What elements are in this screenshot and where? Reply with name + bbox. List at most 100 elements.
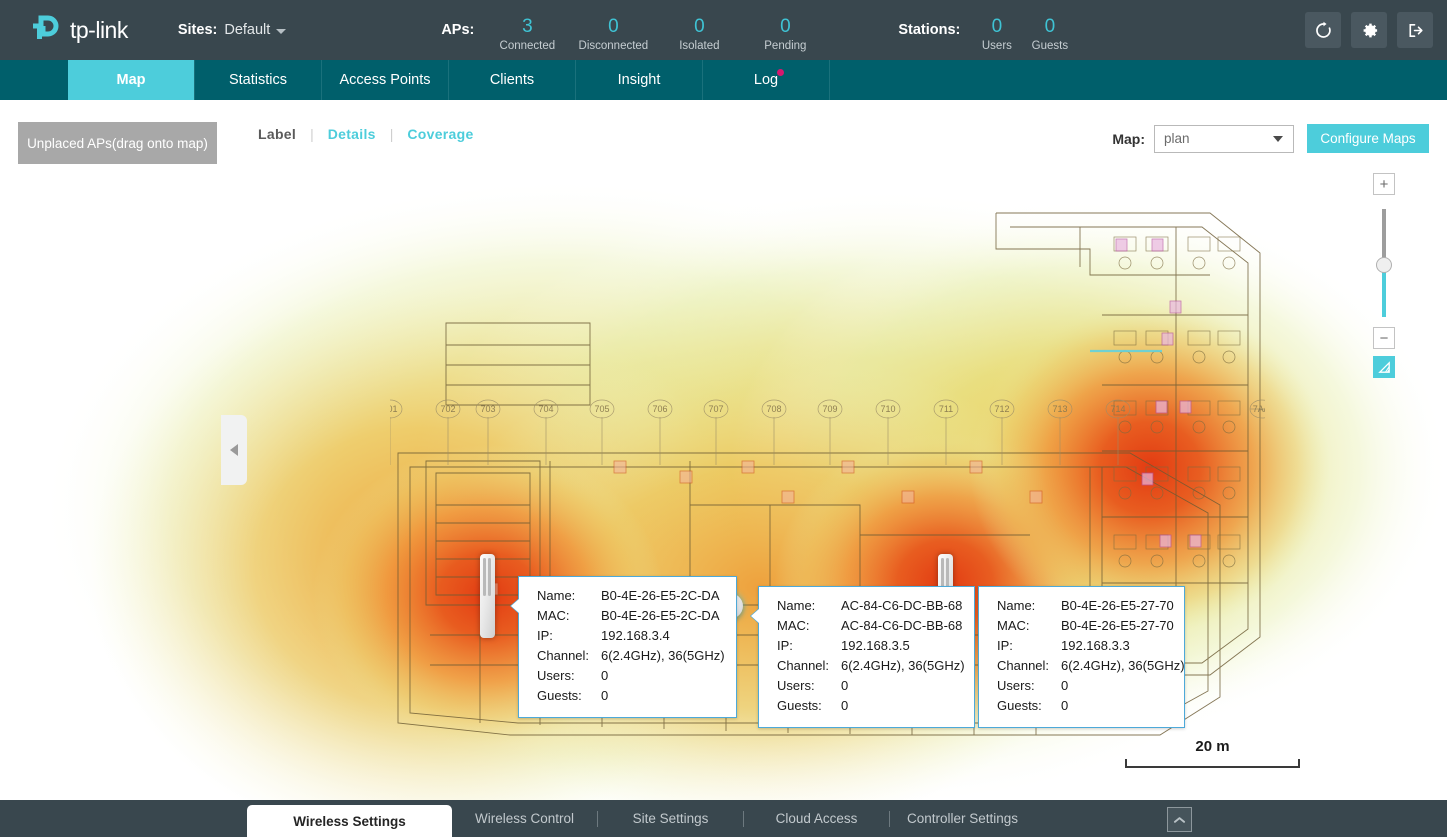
map-zoom-controls: + −	[1373, 173, 1395, 378]
field-value: 0	[1061, 698, 1069, 713]
plus-icon: +	[1379, 175, 1389, 193]
tab-statistics[interactable]: Statistics	[195, 60, 322, 100]
field-value: 0	[841, 698, 849, 713]
tab-label: Log	[753, 72, 779, 88]
logout-button[interactable]	[1397, 12, 1433, 48]
ap-device-marker-1[interactable]	[480, 554, 495, 638]
unplaced-aps-button[interactable]: Unplaced APs(drag onto map)	[18, 122, 217, 164]
zoom-out-button[interactable]: −	[1373, 327, 1395, 349]
field-label: MAC:	[537, 608, 570, 623]
svg-text:713: 713	[1052, 404, 1067, 414]
tooltip-row-mac: MAC: AC-84-C6-DC-BB-68	[777, 616, 962, 636]
field-label: Users:	[537, 668, 575, 683]
svg-text:708: 708	[766, 404, 781, 414]
refresh-button[interactable]	[1305, 12, 1341, 48]
stations-label: Stations:	[898, 22, 961, 38]
tooltip-row-users: Users: 0	[997, 676, 1170, 696]
ap-info-tooltip-2: Name: AC-84-C6-DC-BB-68 MAC: AC-84-C6-DC…	[751, 586, 975, 728]
stat-station-users[interactable]: 0 Users	[970, 16, 1023, 52]
toggle-label[interactable]: Label	[258, 126, 296, 142]
field-label: Channel:	[777, 658, 830, 673]
scale-label: 20 m	[1195, 738, 1230, 755]
svg-text:714: 714	[1110, 404, 1125, 414]
omada-controller-window: tp-link Sites: Default APs: 3 Connected …	[0, 0, 1447, 837]
field-value: 6(2.4GHz), 36(5GHz)	[601, 648, 725, 663]
measure-tool-button[interactable]	[1373, 356, 1395, 378]
tooltip-row-users: Users: 0	[777, 676, 960, 696]
field-label: Name:	[997, 598, 1036, 613]
measure-icon	[1377, 360, 1390, 373]
bottom-tab-wireless-settings[interactable]: Wireless Settings	[247, 805, 452, 837]
bottom-tab-wireless-control[interactable]: Wireless Control	[452, 800, 597, 837]
tooltip-row-channel: Channel: 6(2.4GHz), 36(5GHz)	[537, 646, 725, 666]
aps-label: APs:	[441, 22, 475, 38]
bottom-tab-cloud-access[interactable]: Cloud Access	[744, 800, 889, 837]
toggle-coverage[interactable]: Coverage	[407, 126, 473, 142]
bottom-tab-label: Site Settings	[632, 811, 709, 826]
bottom-panel-expand-button[interactable]	[1167, 807, 1192, 832]
station-stats-group: Stations: 0 Users 0 Guests	[898, 8, 1076, 52]
configure-maps-button[interactable]: Configure Maps	[1307, 124, 1429, 153]
notification-badge-icon	[776, 69, 784, 76]
svg-text:712: 712	[994, 404, 1009, 414]
tab-insight[interactable]: Insight	[576, 60, 703, 100]
settings-button[interactable]	[1351, 12, 1387, 48]
stat-ap-disconnected[interactable]: 0 Disconnected	[570, 16, 656, 52]
tooltip-row-ip: IP: 192.168.3.3	[997, 636, 1170, 656]
sidebar-collapse-handle[interactable]	[221, 415, 247, 485]
svg-text:710: 710	[880, 404, 895, 414]
field-label: Guests:	[777, 698, 822, 713]
ap-stats-group: APs: 3 Connected 0 Disconnected 0 Isolat…	[441, 8, 828, 52]
stat-value: 0	[608, 16, 619, 37]
field-label: Guests:	[997, 698, 1042, 713]
field-label: MAC:	[777, 618, 810, 633]
field-label: Name:	[537, 588, 576, 603]
bottom-tab-label: Wireless Settings	[293, 813, 406, 829]
main-navigation: Map Statistics Access Points Clients Ins…	[0, 60, 1447, 100]
svg-text:709: 709	[822, 404, 837, 414]
toggle-details[interactable]: Details	[328, 126, 376, 142]
stat-station-guests[interactable]: 0 Guests	[1023, 16, 1076, 52]
field-value: 0	[601, 668, 609, 683]
sites-value: Default	[224, 22, 271, 38]
unplaced-aps-label: Unplaced APs(drag onto map)	[27, 135, 208, 151]
bottom-tab-site-settings[interactable]: Site Settings	[598, 800, 743, 837]
map-scale-bar: 20 m	[1125, 738, 1300, 768]
map-select-value: plan	[1164, 131, 1190, 146]
tooltip-row-channel: Channel: 6(2.4GHz), 36(5GHz)	[997, 656, 1185, 676]
tooltip-row-ip: IP: 192.168.3.4	[537, 626, 722, 646]
tooltip-row-mac: MAC: B0-4E-26-E5-2C-DA	[537, 606, 722, 626]
stat-ap-connected[interactable]: 3 Connected	[484, 16, 570, 52]
field-value: 0	[841, 678, 849, 693]
zoom-slider-handle[interactable]	[1376, 257, 1392, 273]
stat-caption: Isolated	[679, 40, 720, 52]
svg-text:702: 702	[440, 404, 455, 414]
svg-text:706: 706	[652, 404, 667, 414]
tooltip-row-users: Users: 0	[537, 666, 722, 686]
tab-label: Clients	[489, 72, 535, 88]
site-selector[interactable]: Sites: Default	[178, 22, 287, 38]
bottom-tab-controller-settings[interactable]: Controller Settings	[890, 800, 1035, 837]
chevron-down-icon	[276, 29, 287, 34]
map-selector-group: Map: plan Configure Maps	[1112, 124, 1429, 153]
brand-logo[interactable]: tp-link	[28, 13, 128, 47]
bottom-tab-label: Cloud Access	[775, 811, 858, 826]
zoom-in-button[interactable]: +	[1373, 173, 1395, 195]
stat-caption: Disconnected	[578, 40, 649, 52]
svg-text:703: 703	[480, 404, 495, 414]
map-select-dropdown[interactable]: plan	[1154, 124, 1294, 153]
tab-label: Insight	[617, 72, 661, 88]
stat-ap-isolated[interactable]: 0 Isolated	[656, 16, 742, 52]
tab-clients[interactable]: Clients	[449, 60, 576, 100]
stat-ap-pending[interactable]: 0 Pending	[742, 16, 828, 52]
view-options: Label | Details | Coverage	[258, 126, 474, 142]
map-canvas-area[interactable]: 701702703 704705706 707708709 710711712 …	[0, 168, 1447, 800]
tab-log[interactable]: Log	[703, 60, 830, 100]
logout-icon	[1408, 23, 1423, 37]
zoom-slider-track[interactable]	[1376, 209, 1392, 317]
field-label: IP:	[997, 638, 1013, 653]
tab-map[interactable]: Map	[68, 60, 195, 100]
field-label: Channel:	[537, 648, 590, 663]
tab-access-points[interactable]: Access Points	[322, 60, 449, 100]
divider: |	[310, 126, 314, 142]
